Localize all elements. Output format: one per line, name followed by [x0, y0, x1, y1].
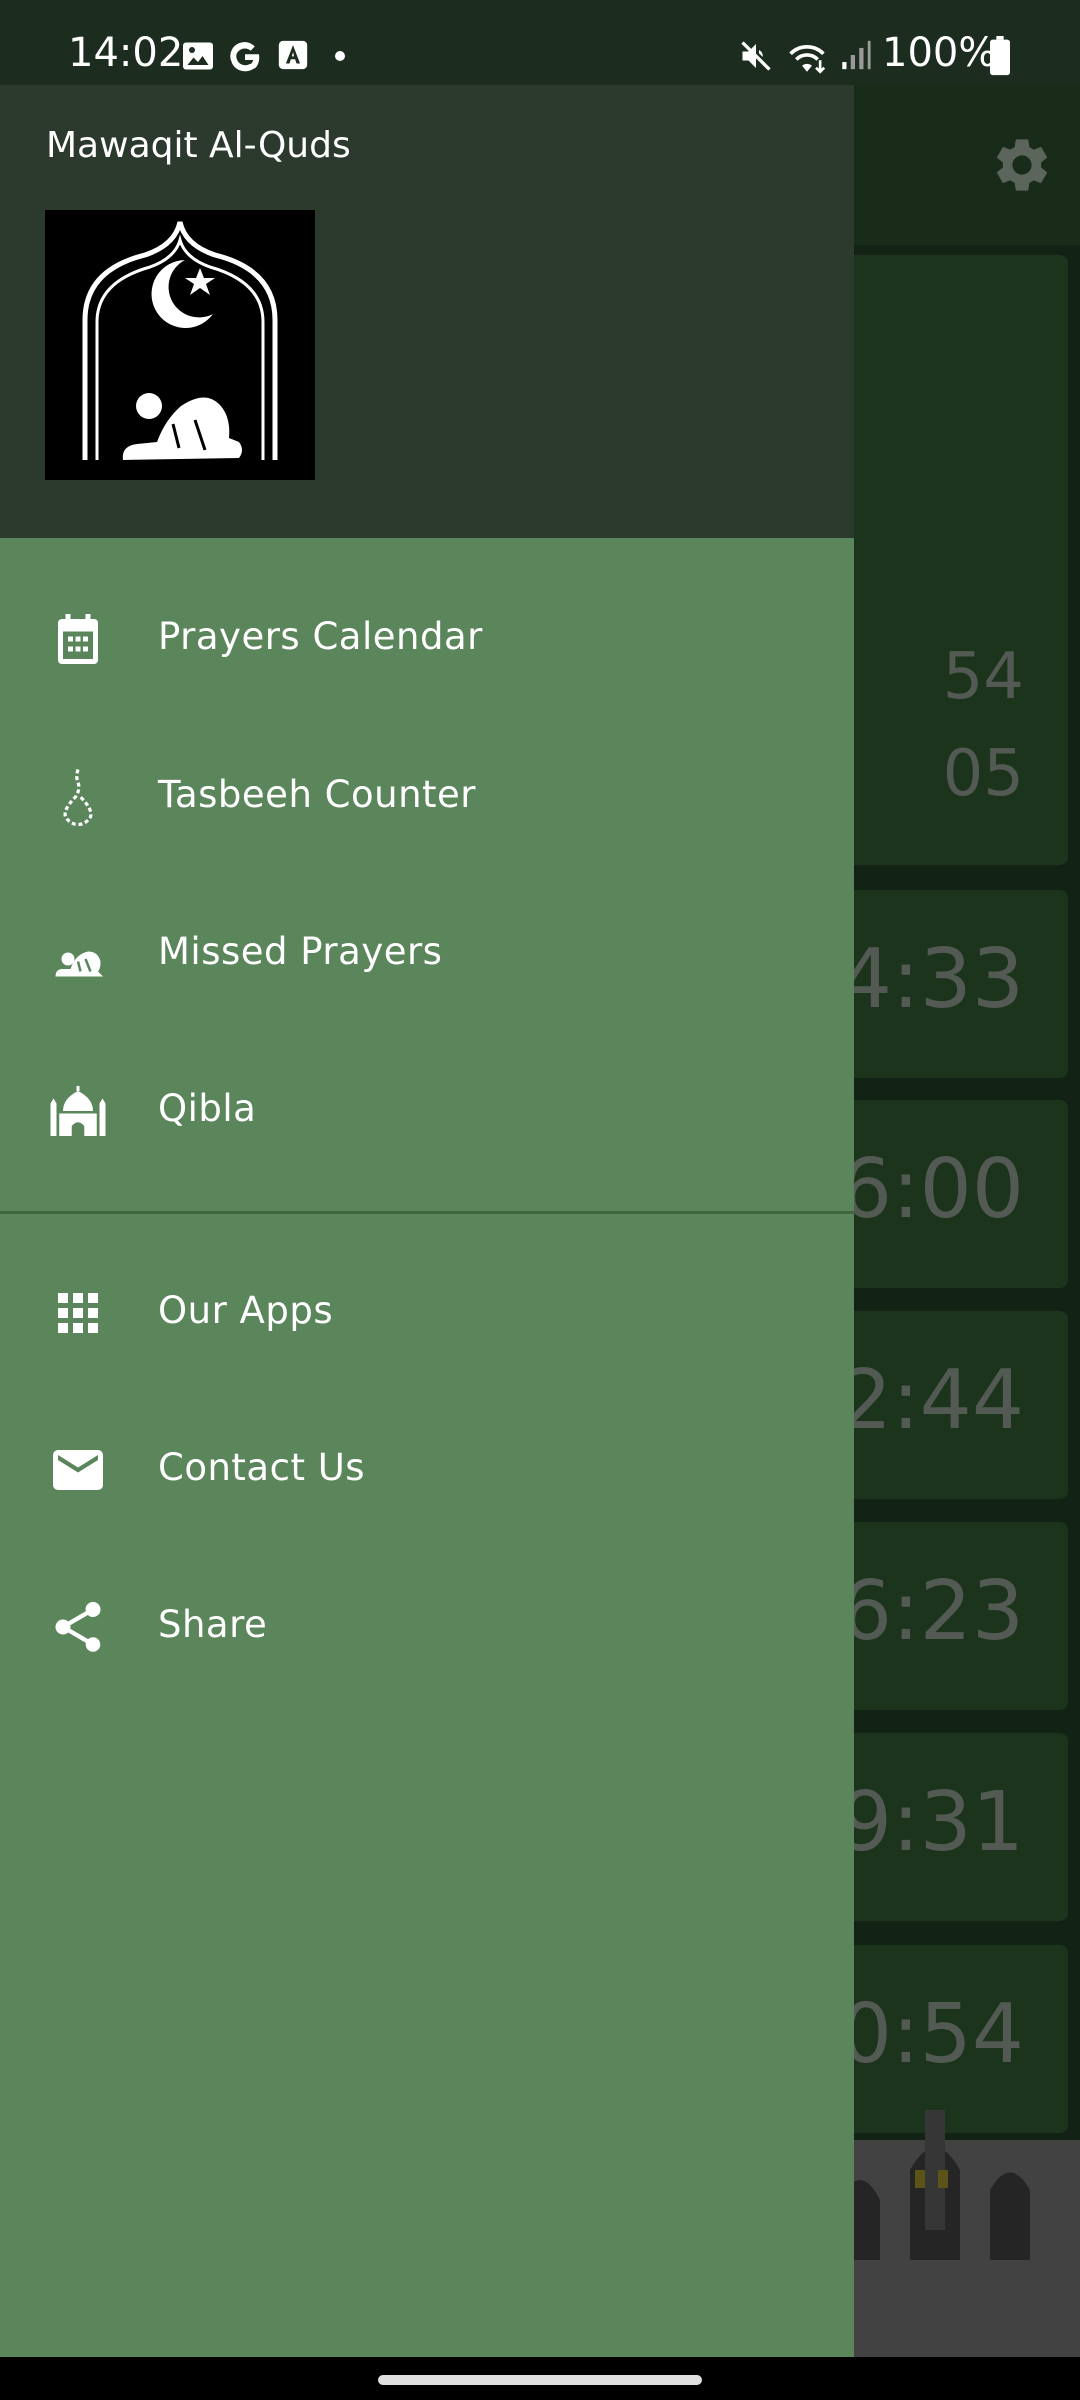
- system-navigation-bar: [0, 2357, 1080, 2400]
- prostration-icon: [55, 951, 103, 977]
- menu-label: Tasbeeh Counter: [158, 773, 477, 816]
- dot-icon: [335, 51, 345, 61]
- drawer-app-title: Mawaqit Al-Quds: [46, 125, 351, 166]
- battery-icon: [990, 36, 1010, 76]
- menu-label: Prayers Calendar: [158, 615, 483, 658]
- apps-grid-icon: [58, 1293, 98, 1333]
- prayer-beads-icon: [63, 768, 93, 827]
- menu-label: Share: [158, 1603, 268, 1646]
- mute-icon: [741, 41, 771, 71]
- gallery-icon: [183, 42, 213, 70]
- mosque-prostration-logo: [45, 210, 315, 480]
- wifi-icon: [789, 45, 826, 74]
- google-g-icon: [230, 42, 260, 72]
- signal-icon: [842, 40, 871, 70]
- share-icon: [55, 1601, 101, 1652]
- menu-label: Contact Us: [158, 1446, 366, 1489]
- menu-item-our-apps[interactable]: Our Apps: [0, 1237, 854, 1387]
- mail-icon: [53, 1450, 103, 1490]
- menu-label: Missed Prayers: [158, 930, 443, 973]
- status-time: 14:02: [68, 30, 184, 76]
- menu-item-prayers-calendar[interactable]: Prayers Calendar: [0, 563, 854, 713]
- menu-item-qibla[interactable]: Qibla: [0, 1035, 854, 1185]
- menu-item-share[interactable]: Share: [0, 1551, 854, 1701]
- home-gesture-handle[interactable]: [378, 2375, 702, 2385]
- menu-label: Our Apps: [158, 1289, 334, 1332]
- menu-item-missed-prayers[interactable]: Missed Prayers: [0, 878, 854, 1028]
- calendar-icon: [58, 614, 98, 664]
- status-bar: 14:02 100%: [0, 0, 1080, 85]
- mosque-icon: [50, 1086, 106, 1136]
- menu-label: Qibla: [158, 1087, 257, 1130]
- battery-percent: 100%: [882, 30, 997, 76]
- navigation-drawer: Mawaqit Al-Quds Prayers Calendar Tasbeeh…: [0, 0, 854, 2357]
- menu-item-tasbeeh-counter[interactable]: Tasbeeh Counter: [0, 721, 854, 871]
- menu-divider: [0, 1211, 854, 1214]
- translate-a-icon: [278, 40, 308, 70]
- menu-item-contact-us[interactable]: Contact Us: [0, 1394, 854, 1544]
- drawer-header: Mawaqit Al-Quds: [0, 85, 854, 538]
